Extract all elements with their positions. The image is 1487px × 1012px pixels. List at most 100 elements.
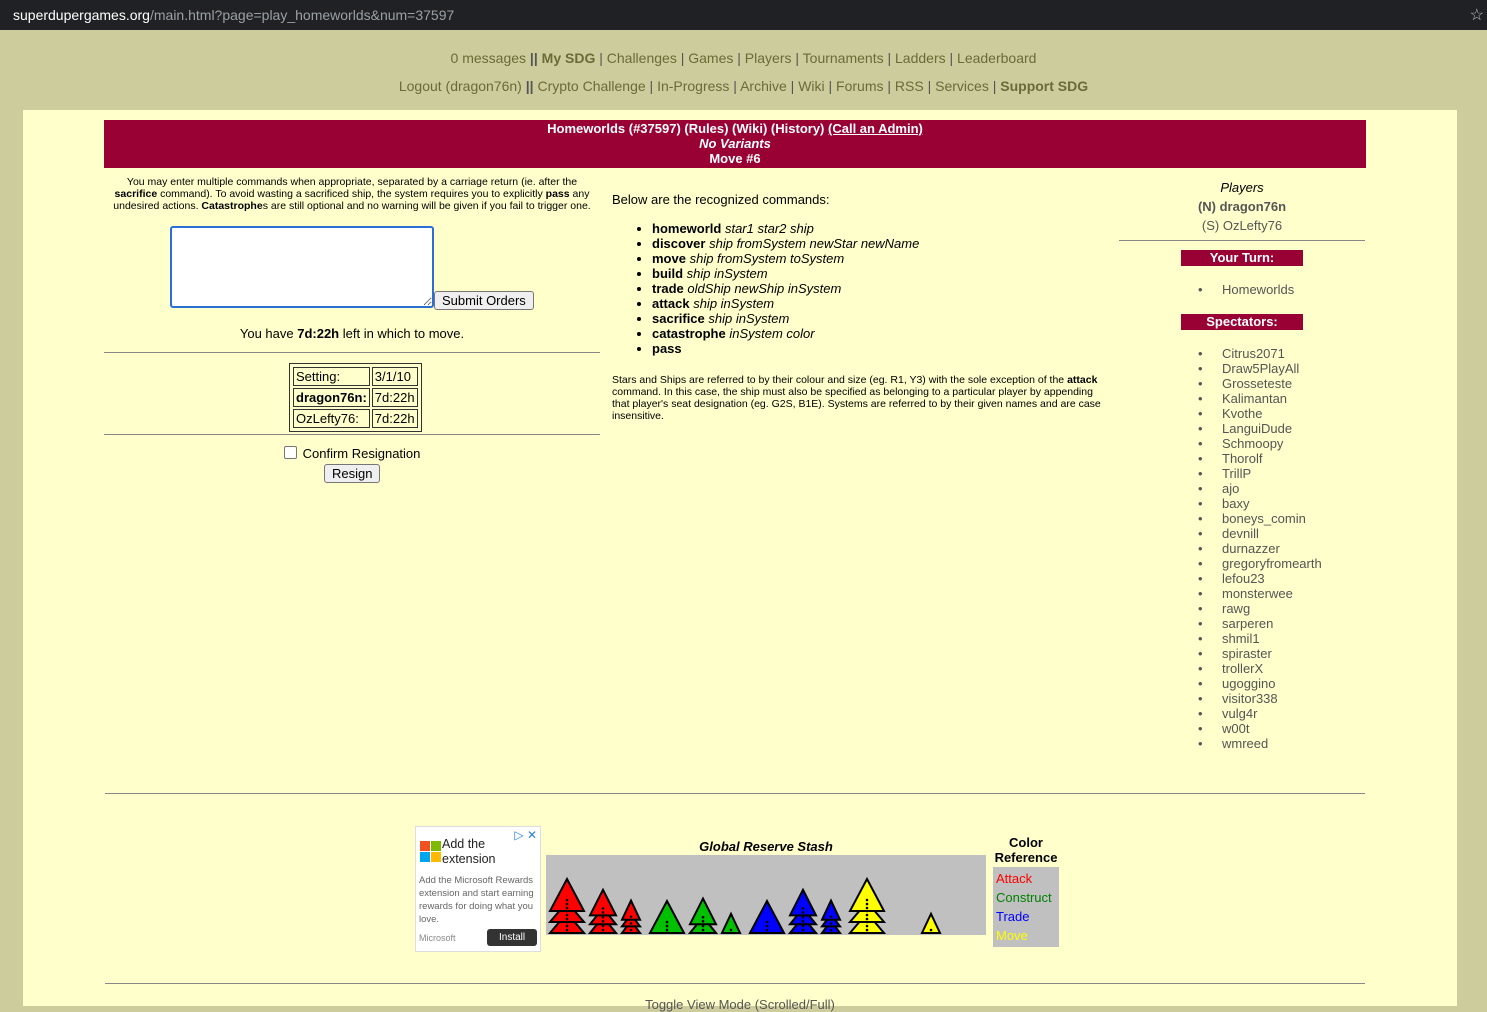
- spectator-item[interactable]: ajo: [1198, 481, 1322, 496]
- spectator-item[interactable]: gregoryfromearth: [1198, 556, 1322, 571]
- stash-pile: [920, 911, 942, 934]
- confirm-resignation-label[interactable]: Confirm Resignation: [303, 446, 421, 461]
- spectator-item[interactable]: rawg: [1198, 601, 1322, 616]
- spectator-item[interactable]: Kvothe: [1198, 406, 1322, 421]
- nav-link-0-messages[interactable]: 0 messages: [451, 50, 526, 66]
- your-turn-item[interactable]: Homeworlds: [1198, 282, 1294, 297]
- browser-url-bar[interactable]: superdupergames.org/main.html?page=play_…: [0, 0, 1487, 30]
- nav-link-my-sdg[interactable]: My SDG: [542, 50, 596, 66]
- ad-brand: Microsoft: [419, 933, 456, 943]
- orders-column: You may enter multiple commands when app…: [104, 176, 600, 483]
- stash-pile: [620, 898, 642, 934]
- pip: [565, 906, 569, 910]
- spectator-item[interactable]: Kalimantan: [1198, 391, 1322, 406]
- nav-link-rss[interactable]: RSS: [895, 78, 924, 94]
- spectator-item[interactable]: boneys_comin: [1198, 511, 1322, 526]
- nav-link-in-progress[interactable]: In-Progress: [657, 78, 729, 94]
- pip: [701, 919, 705, 923]
- nav-row-1: 0 messages || My SDG | Challenges | Game…: [0, 50, 1487, 66]
- spectator-item[interactable]: Grosseteste: [1198, 376, 1322, 391]
- instr-sacrifice: sacrifice: [114, 188, 158, 200]
- pip: [865, 913, 869, 917]
- spectator-item[interactable]: lefou23: [1198, 571, 1322, 586]
- commands-intro: Below are the recognized commands:: [612, 192, 830, 207]
- player-south[interactable]: (S) OzLefty76: [1119, 216, 1365, 235]
- spectator-item[interactable]: durnazzer: [1198, 541, 1322, 556]
- bookmark-star-icon[interactable]: ☆: [1470, 5, 1484, 25]
- instr-text-4: s are still optional and no warning will…: [262, 200, 591, 212]
- nav-link-wiki[interactable]: Wiki: [798, 78, 824, 94]
- nav-link-challenges[interactable]: Challenges: [607, 50, 677, 66]
- your-turn-list: Homeworlds: [1198, 282, 1294, 297]
- call-admin-link[interactable]: (Call an Admin): [828, 121, 923, 136]
- command-name: trade: [652, 281, 684, 296]
- pip: [801, 911, 805, 914]
- command-name: discover: [652, 236, 706, 251]
- nav-link-logout-dragon76n[interactable]: Logout (dragon76n): [399, 78, 522, 94]
- ad-box[interactable]: Add the extension ▷ ✕ Add the Microsoft …: [415, 826, 541, 952]
- spectator-item[interactable]: Citrus2071: [1198, 346, 1322, 361]
- nav-separator: |: [824, 78, 837, 94]
- spectator-item[interactable]: ugoggino: [1198, 676, 1322, 691]
- nav-link-games[interactable]: Games: [688, 50, 733, 66]
- nav-link-crypto-challenge[interactable]: Crypto Challenge: [537, 78, 645, 94]
- nav-separator: |: [676, 50, 689, 66]
- confirm-resignation-checkbox[interactable]: [283, 446, 297, 459]
- p1-clock-label: dragon76n:: [293, 388, 370, 407]
- spectator-item[interactable]: trollerX: [1198, 661, 1322, 676]
- submit-orders-button[interactable]: Submit Orders: [434, 291, 534, 310]
- spectator-item[interactable]: visitor338: [1198, 691, 1322, 706]
- spectator-item[interactable]: spiraster: [1198, 646, 1322, 661]
- spectator-item[interactable]: wmreed: [1198, 736, 1322, 751]
- spectator-item[interactable]: vulg4r: [1198, 706, 1322, 721]
- nav-link-tournaments[interactable]: Tournaments: [803, 50, 884, 66]
- nav-link-players[interactable]: Players: [745, 50, 792, 66]
- spectator-item[interactable]: LanguiDude: [1198, 421, 1322, 436]
- spectator-item[interactable]: baxy: [1198, 496, 1322, 511]
- pip: [765, 928, 769, 932]
- stash-pile: [748, 898, 786, 934]
- toggle-view-mode-link[interactable]: Toggle View Mode (Scrolled/Full): [23, 997, 1457, 1012]
- nav-link-services[interactable]: Services: [935, 78, 989, 94]
- game-header: Homeworlds (#37597) (Rules) (Wiki) (Hist…: [104, 120, 1366, 168]
- nav-separator: ||: [521, 78, 538, 94]
- ad-install-button[interactable]: Install: [487, 929, 538, 946]
- command-item: attack ship inSystem: [652, 296, 1112, 311]
- nav-link-archive[interactable]: Archive: [740, 78, 787, 94]
- spectator-item[interactable]: devnill: [1198, 526, 1322, 541]
- setting-value: 3/1/10: [371, 367, 418, 386]
- stash-piece: [648, 898, 686, 934]
- pip: [601, 928, 605, 932]
- nav-link-ladders[interactable]: Ladders: [895, 50, 946, 66]
- nav-separator: |: [733, 50, 745, 66]
- spectator-item[interactable]: TrillP: [1198, 466, 1322, 481]
- pip: [565, 928, 569, 932]
- divider: [104, 434, 600, 435]
- nav-link-support-sdg[interactable]: Support SDG: [1000, 78, 1088, 94]
- instr-catastrophe: Catastrophe: [201, 200, 263, 212]
- spectator-item[interactable]: monsterwee: [1198, 586, 1322, 601]
- spectator-item[interactable]: w00t: [1198, 721, 1322, 736]
- stash-pile: [720, 911, 742, 934]
- command-item: trade oldShip newShip inSystem: [652, 281, 1112, 296]
- nav-link-leaderboard[interactable]: Leaderboard: [957, 50, 1036, 66]
- nav-link-forums[interactable]: Forums: [836, 78, 883, 94]
- spectator-item[interactable]: Draw5PlayAll: [1198, 361, 1322, 376]
- game-title[interactable]: Homeworlds (#37597) (Rules) (Wiki) (Hist…: [547, 121, 824, 136]
- spectator-item[interactable]: shmil1: [1198, 631, 1322, 646]
- orders-textarea[interactable]: [170, 226, 434, 308]
- resign-button[interactable]: Resign: [324, 464, 381, 483]
- pip: [665, 924, 669, 928]
- stash-pile: [547, 876, 587, 934]
- command-args: star1 star2 ship: [724, 221, 814, 236]
- url-text[interactable]: superdupergames.org/main.html?page=play_…: [13, 7, 454, 23]
- ad-close-icon[interactable]: ▷ ✕: [514, 828, 537, 842]
- spectator-item[interactable]: sarperen: [1198, 616, 1322, 631]
- player-north[interactable]: (N) dragon76n: [1119, 197, 1365, 216]
- clock-table: Setting: 3/1/10 dragon76n: 7d:22h OzLefty7…: [289, 363, 422, 432]
- orders-wrapper: [170, 226, 434, 308]
- command-item: discover ship fromSystem newStar newName: [652, 236, 1112, 251]
- spectator-item[interactable]: Schmoopy: [1198, 436, 1322, 451]
- pip: [801, 928, 805, 932]
- spectator-item[interactable]: Thorolf: [1198, 451, 1322, 466]
